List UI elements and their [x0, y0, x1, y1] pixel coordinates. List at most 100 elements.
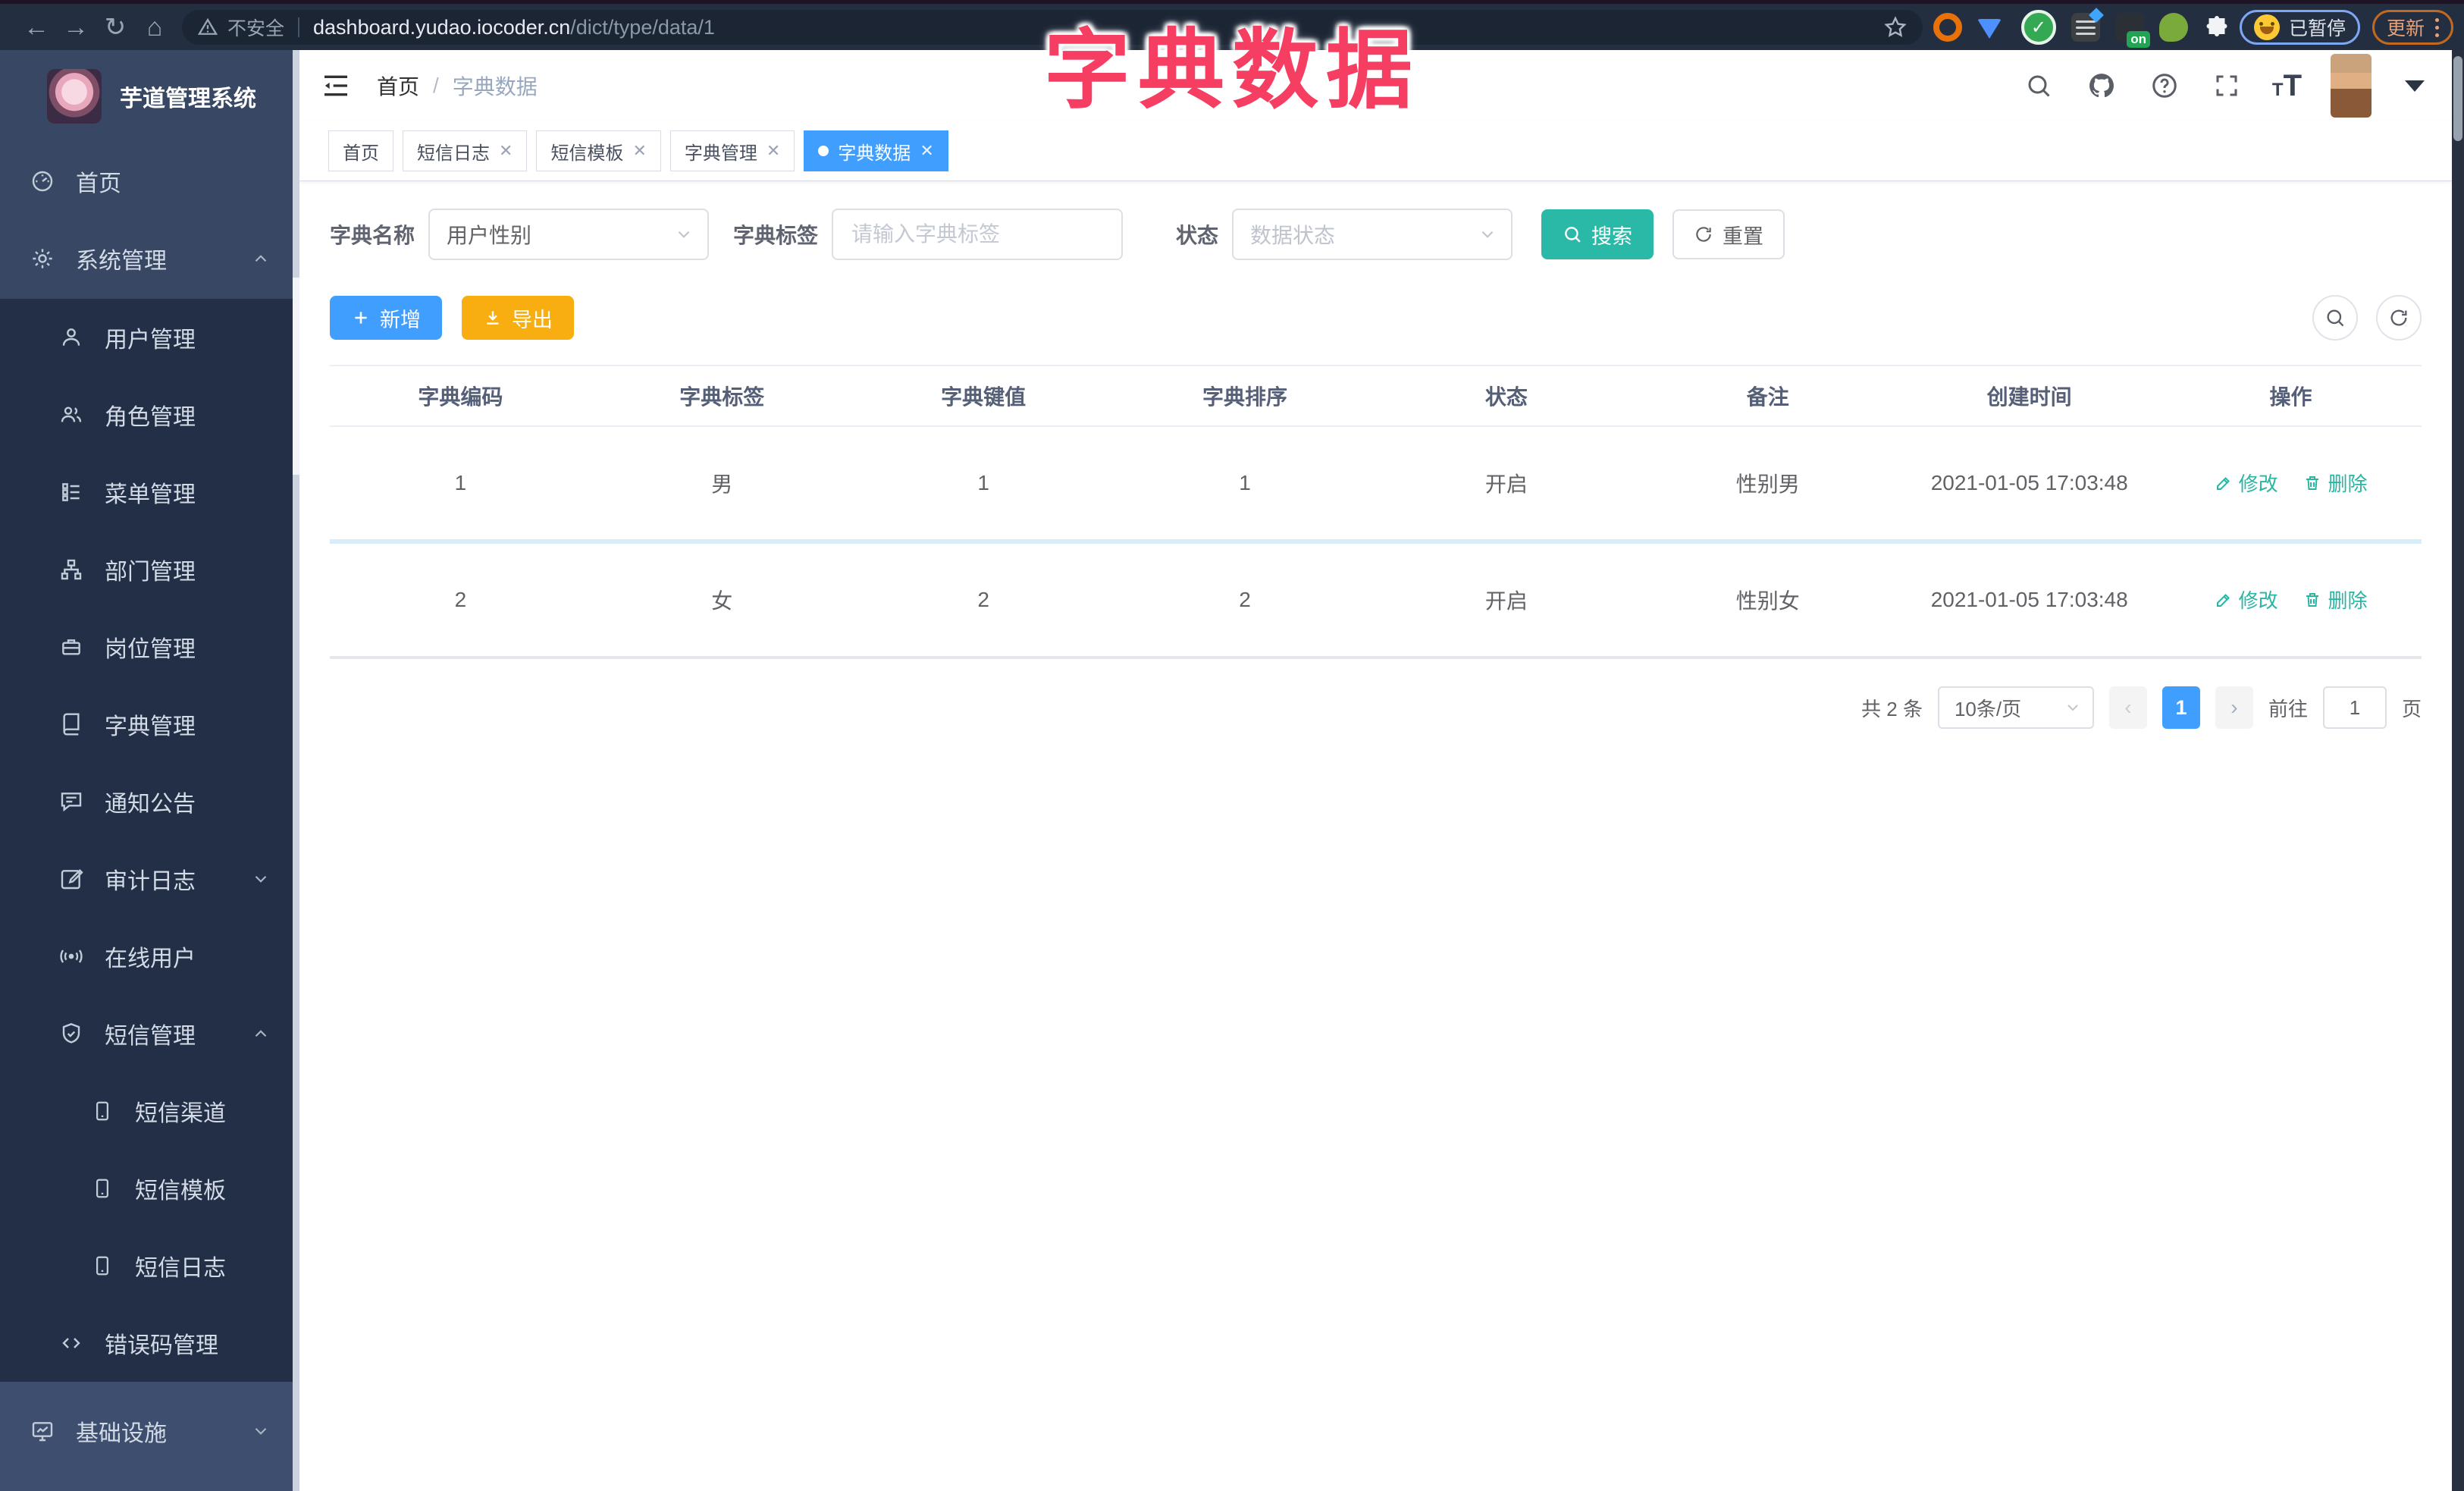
- github-icon[interactable]: [2084, 68, 2119, 103]
- browser-menu-icon[interactable]: [2435, 17, 2439, 37]
- tab-sms-template[interactable]: 短信模板 ✕: [536, 130, 661, 171]
- extension-on-icon[interactable]: on: [2114, 13, 2150, 48]
- plus-icon: [351, 308, 371, 328]
- add-button[interactable]: 新增: [330, 296, 442, 340]
- chevron-down-icon: [2064, 698, 2082, 717]
- book-icon: [59, 712, 83, 736]
- sidebar-item-sms-log[interactable]: 短信日志: [0, 1227, 299, 1304]
- edit-link[interactable]: 修改: [2215, 469, 2278, 497]
- tab-dict-mgmt[interactable]: 字典管理 ✕: [669, 130, 795, 171]
- pencil-icon: [2215, 474, 2233, 492]
- browser-back-icon[interactable]: ←: [17, 13, 56, 42]
- sidebar-item-sms-mgmt[interactable]: 短信管理: [0, 995, 299, 1072]
- extension-check-icon[interactable]: ✓: [2020, 10, 2056, 45]
- dict-name-select[interactable]: 用户性别: [428, 209, 710, 260]
- extension-area: ✓ on: [1933, 10, 2230, 48]
- browser-forward-icon[interactable]: →: [56, 13, 96, 42]
- sidebar-item-role-mgmt[interactable]: 角色管理: [0, 376, 299, 454]
- sidebar-item-post-mgmt[interactable]: 岗位管理: [0, 608, 299, 686]
- goto-page-input[interactable]: [2322, 686, 2387, 729]
- app-logo-row[interactable]: 芋道管理系统: [0, 50, 299, 143]
- extension-settings-icon[interactable]: [2071, 13, 2100, 42]
- help-icon[interactable]: [2148, 69, 2181, 102]
- gear-icon: [30, 246, 55, 271]
- sidebar: 芋道管理系统 首页 系统管理 用户管理 角色管理 菜单管理 部门管理 岗位管理 …: [0, 50, 299, 1491]
- close-icon[interactable]: ✕: [632, 143, 646, 159]
- toggle-search-button[interactable]: [2312, 295, 2358, 341]
- sidebar-item-dict-mgmt[interactable]: 字典管理: [0, 686, 299, 763]
- refresh-table-button[interactable]: [2376, 295, 2422, 341]
- dict-tag-input[interactable]: [850, 221, 1105, 247]
- delete-link[interactable]: 删除: [2303, 585, 2367, 614]
- sidebar-item-notice[interactable]: 通知公告: [0, 763, 299, 840]
- status-select[interactable]: 数据状态: [1232, 209, 1513, 260]
- tab-dict-data[interactable]: 字典数据 ✕: [804, 130, 948, 171]
- page-size-select[interactable]: 10条/页: [1937, 686, 2094, 729]
- table-row[interactable]: 2 女 2 2 开启 性别女 2021-01-05 17:03:48 修改 删除: [330, 541, 2422, 659]
- page-unit-label: 页: [2401, 697, 2422, 720]
- sidebar-item-dept-mgmt[interactable]: 部门管理: [0, 531, 299, 608]
- breadcrumb-home[interactable]: 首页: [377, 71, 419, 101]
- browser-scrollbar[interactable]: [2452, 50, 2464, 1491]
- overlay-page-title: 字典数据: [1043, 23, 1421, 119]
- close-icon[interactable]: ✕: [499, 143, 513, 159]
- browser-home-icon[interactable]: ⌂: [135, 13, 174, 42]
- sidebar-item-sms-template[interactable]: 短信模板: [0, 1150, 299, 1227]
- menu-list-icon: [59, 480, 83, 504]
- dict-tag-label: 字典标签: [733, 224, 819, 247]
- sidebar-item-menu-mgmt[interactable]: 菜单管理: [0, 454, 299, 531]
- page-content: 字典名称 用户性别 字典标签 状态 数据状态: [299, 181, 2452, 729]
- screen: ← → ↻ ⌂ 不安全 dashboard.yudao.iocoder.cn /…: [0, 0, 2464, 1491]
- font-size-icon[interactable]: TT: [2272, 69, 2302, 103]
- org-tree-icon: [59, 557, 83, 582]
- delete-link[interactable]: 删除: [2303, 469, 2367, 497]
- export-button[interactable]: 导出: [462, 296, 574, 340]
- refresh-icon: [1694, 224, 1713, 244]
- extension-leaf-icon[interactable]: [2158, 13, 2188, 42]
- close-icon[interactable]: ✕: [766, 143, 780, 159]
- browser-update-button[interactable]: 更新: [2372, 10, 2453, 45]
- tab-sms-log[interactable]: 短信日志 ✕: [403, 130, 528, 171]
- collapse-sidebar-icon[interactable]: [315, 64, 357, 107]
- browser-reload-icon[interactable]: ↻: [96, 12, 135, 42]
- sidebar-scrollbar[interactable]: [293, 50, 299, 1491]
- sidebar-item-system-mgmt[interactable]: 系统管理: [0, 220, 299, 297]
- search-icon[interactable]: [2022, 69, 2055, 102]
- sidebar-item-audit-log[interactable]: 审计日志: [0, 840, 299, 918]
- extension-ubuntu-icon[interactable]: [1933, 13, 1962, 42]
- col-dict-label: 字典标签: [591, 365, 853, 427]
- table-row[interactable]: 1 男 1 1 开启 性别男 2021-01-05 17:03:48 修改 删除: [330, 426, 2422, 544]
- sidebar-item-sms-channel[interactable]: 短信渠道: [0, 1072, 299, 1150]
- extension-gem-icon[interactable]: [1977, 13, 2006, 42]
- sidebar-item-online-users[interactable]: 在线用户: [0, 918, 299, 995]
- search-icon: [2324, 307, 2346, 328]
- close-icon[interactable]: ✕: [920, 143, 933, 159]
- user-avatar[interactable]: [2331, 54, 2372, 118]
- avatar-dropdown-caret[interactable]: [2405, 80, 2425, 92]
- search-button[interactable]: 搜索: [1541, 209, 1654, 259]
- edit-link[interactable]: 修改: [2215, 585, 2278, 614]
- phone-icon: [91, 1177, 114, 1200]
- bookmark-star-icon[interactable]: [1883, 15, 1908, 39]
- sidebar-item-home[interactable]: 首页: [0, 143, 299, 220]
- warning-icon: [197, 17, 218, 38]
- sidebar-item-infrastructure[interactable]: 基础设施: [0, 1382, 299, 1480]
- app-title: 芋道管理系统: [120, 86, 256, 111]
- sidebar-item-error-code-mgmt[interactable]: 错误码管理: [0, 1304, 299, 1382]
- fullscreen-icon[interactable]: [2210, 69, 2243, 102]
- sidebar-item-user-mgmt[interactable]: 用户管理: [0, 299, 299, 376]
- security-label[interactable]: 不安全: [227, 14, 284, 41]
- trash-icon: [2303, 591, 2321, 609]
- current-page-button[interactable]: 1: [2161, 686, 2200, 729]
- browser-profile-chip[interactable]: 已暂停: [2239, 10, 2360, 45]
- dict-name-label: 字典名称: [330, 224, 415, 247]
- sidebar-bottom-section: 基础设施: [0, 1382, 299, 1491]
- col-dict-value: 字典键值: [852, 365, 1114, 427]
- tab-home[interactable]: 首页: [328, 130, 393, 171]
- prev-page-button[interactable]: ‹: [2108, 686, 2147, 729]
- extensions-puzzle-icon[interactable]: [2203, 14, 2230, 41]
- reset-button[interactable]: 重置: [1672, 209, 1785, 259]
- profile-avatar-emoji: [2253, 14, 2280, 40]
- col-status: 状态: [1375, 365, 1638, 427]
- next-page-button[interactable]: ›: [2215, 686, 2253, 729]
